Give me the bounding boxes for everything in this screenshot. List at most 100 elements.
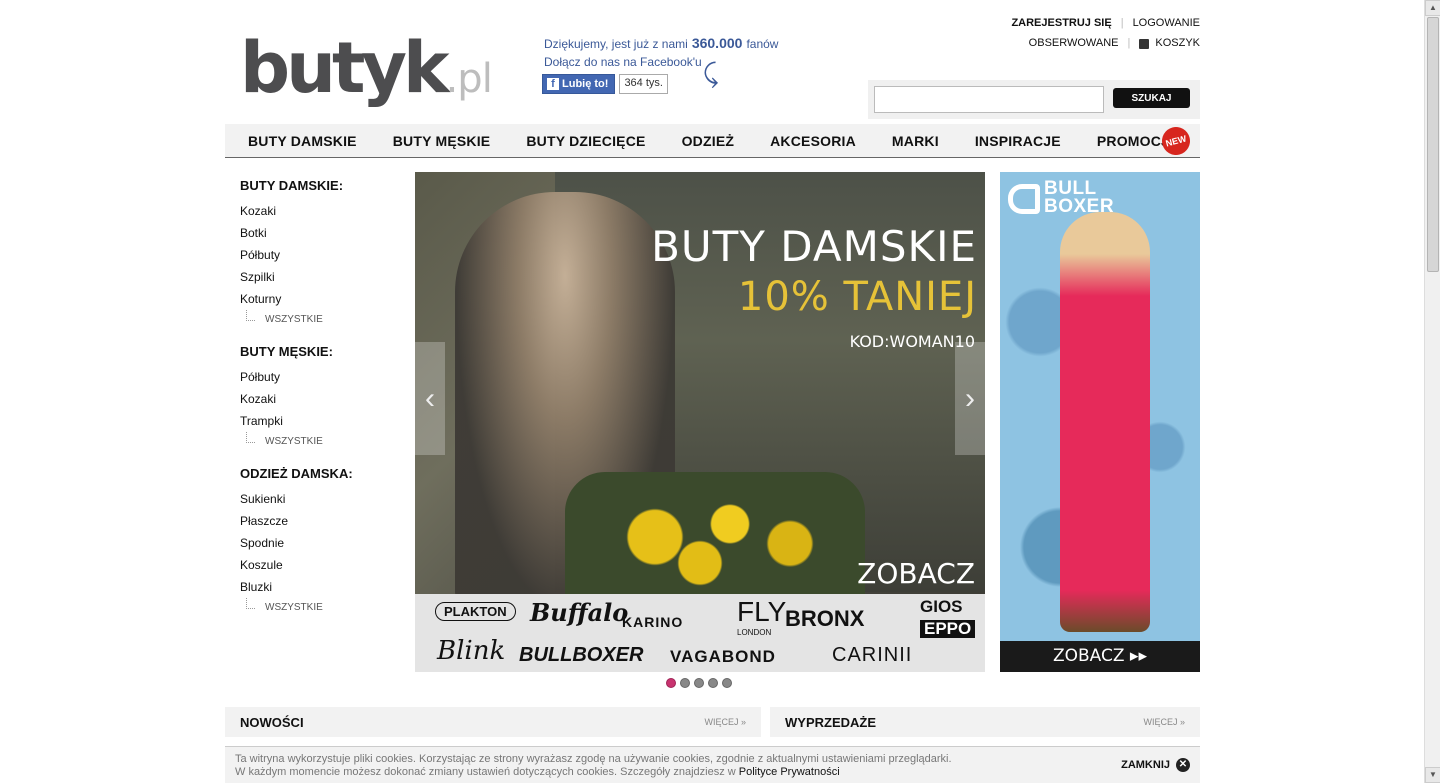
slider-prev-arrow[interactable]: ‹ [415,342,445,455]
nav-item-inspiracje[interactable]: INSPIRACJE [975,133,1061,149]
watched-link[interactable]: OBSERWOWANE [1029,37,1119,49]
sidebar-all-link[interactable]: WSZYSTKIE [240,432,400,462]
sidebar-all-link[interactable]: WSZYSTKIE [240,598,400,628]
search-button[interactable]: SZUKAJ [1113,88,1190,108]
nav-item-buty-meskie[interactable]: BUTY MĘSKIE [393,133,491,149]
category-sidebar: BUTY DAMSKIE: Kozaki Botki Półbuty Szpil… [240,178,400,632]
privacy-policy-link[interactable]: Polityce Prywatności [739,766,840,778]
slider-next-arrow[interactable]: › [955,342,985,455]
brand-strip: PLAKTON Buffalo KARINO FLY LONDON BRONX … [415,594,985,672]
scroll-up-arrow[interactable]: ▲ [1425,0,1440,16]
nav-item-buty-damskie[interactable]: BUTY DAMSKIE [248,133,357,149]
logo-main: butyk [240,27,450,109]
cookie-text-1: Ta witryna wykorzystuje pliki cookies. K… [235,753,952,765]
sidebar-item[interactable]: Kozaki [240,204,400,226]
sidebar-list: Półbuty Kozaki Trampki WSZYSTKIE [240,370,400,462]
facebook-fans-label: fanów [746,37,779,51]
cart-icon [1139,39,1150,49]
brand-logo: BRONX [785,606,865,631]
slider-dot[interactable] [694,678,704,688]
scroll-down-arrow[interactable]: ▼ [1425,767,1440,783]
slide-discount: 10% TANIEJ [737,274,977,320]
divider: | [1120,17,1124,29]
brand-logo: LONDON [737,628,772,637]
facebook-line1: Dziękujemy, jest już z nami 360.000 fanów [544,34,778,53]
facebook-fan-count: 360.000 [691,35,743,51]
brand-logo: CARINII [832,644,913,666]
search-input[interactable] [874,86,1104,113]
register-link[interactable]: ZAREJESTRUJ SIĘ [1011,17,1111,29]
account-row-1: ZAREJESTRUJ SIĘ | LOGOWANIE [1011,13,1200,33]
banner-model-photo [1060,212,1150,632]
brand-logo: EPPO [920,620,976,638]
cookie-close-button[interactable]: ZAMKNIJ ✕ [1121,758,1190,772]
slider-dot[interactable] [666,678,676,688]
cart-link[interactable]: KOSZYK [1155,37,1200,49]
section-new-header: NOWOŚCI WIĘCEJ » [225,707,761,737]
banner-brand: BULL BOXER [1044,179,1114,216]
sidebar-list: Kozaki Botki Półbuty Szpilki Koturny WSZ… [240,204,400,340]
scroll-thumb[interactable] [1427,17,1439,272]
site-logo[interactable]: butyk.pl [240,27,493,119]
cookie-text-2: W każdym momencie możesz dokonać zmiany … [235,766,1190,779]
facebook-like-widget: f Lubię to! 364 tys. [542,74,668,94]
login-link[interactable]: LOGOWANIE [1133,17,1200,29]
brand-logo: BULLBOXER [519,644,644,666]
brand-logo: KARINO [622,614,684,630]
facebook-like-button[interactable]: f Lubię to! [542,74,616,94]
facebook-like-count: 364 tys. [619,74,668,94]
section-sale-header: WYPRZEDAŻE WIĘCEJ » [770,707,1200,737]
sidebar-item[interactable]: Bluzki [240,580,400,602]
sidebar-item[interactable]: Półbuty [240,370,400,392]
brand-logo: FLY [737,596,787,627]
sidebar-item[interactable]: Trampki [240,414,400,436]
facebook-promo: Dziękujemy, jest już z nami 360.000 fanów … [544,34,778,71]
sidebar-heading: BUTY MĘSKIE: [240,344,333,359]
sidebar-item[interactable]: Koszule [240,558,400,580]
nav-item-marki[interactable]: MARKI [892,133,939,149]
slide-cta[interactable]: ZOBACZ [857,557,975,590]
sidebar-item[interactable]: Szpilki [240,270,400,292]
sidebar-item[interactable]: Płaszcze [240,514,400,536]
close-icon: ✕ [1176,758,1190,772]
sidebar-all-link[interactable]: WSZYSTKIE [240,310,400,340]
sidebar-heading: BUTY DAMSKIE: [240,178,344,193]
curved-arrow-icon: ⤹ [703,58,719,88]
sidebar-group-buty-damskie: BUTY DAMSKIE: Kozaki Botki Półbuty Szpil… [240,178,400,340]
cookie-close-label: ZAMKNIJ [1121,758,1170,771]
cookie-text-2-body: W każdym momencie możesz dokonać zmiany … [235,766,736,778]
sidebar-item[interactable]: Spodnie [240,536,400,558]
banner-cta[interactable]: ZOBACZ ▸▸ [1000,641,1200,672]
new-badge: NEW [1158,123,1194,159]
slider-dot[interactable] [680,678,690,688]
sidebar-group-odziez-damska: ODZIEŻ DAMSKA: Sukienki Płaszcze Spodnie… [240,466,400,628]
slide-headline: BUTY DAMSKIE [651,222,977,271]
sidebar-heading: ODZIEŻ DAMSKA: [240,466,353,481]
sidebar-item[interactable]: Sukienki [240,492,400,514]
sidebar-item[interactable]: Koturny [240,292,400,314]
nav-item-odziez[interactable]: ODZIEŻ [682,133,735,149]
nav-item-akcesoria[interactable]: AKCESORIA [770,133,856,149]
slider-dot[interactable] [722,678,732,688]
sidebar-item[interactable]: Kozaki [240,392,400,414]
hero-slider[interactable]: BUTY DAMSKIE 10% TANIEJ KOD:WOMAN10 ZOBA… [415,172,985,672]
sidebar-item[interactable]: Półbuty [240,248,400,270]
sidebar-list: Sukienki Płaszcze Spodnie Koszule Bluzki… [240,492,400,628]
sidebar-item[interactable]: Botki [240,226,400,248]
bullboxer-logo-icon [1008,184,1040,214]
slider-dot[interactable] [708,678,718,688]
brand-logo: PLAKTON [435,602,516,621]
account-row-2: OBSERWOWANE | KOSZYK [1011,33,1200,53]
cookie-bar: Ta witryna wykorzystuje pliki cookies. K… [225,746,1200,783]
brand-logo: GIOS [920,597,963,616]
page-scrollbar[interactable]: ▲ ▼ [1424,0,1440,783]
nav-item-buty-dzieciece[interactable]: BUTY DZIECIĘCE [526,133,645,149]
section-title: NOWOŚCI [240,714,304,730]
page: butyk.pl Dziękujemy, jest już z nami 360.… [0,0,1440,783]
more-link[interactable]: WIĘCEJ » [1143,717,1185,727]
more-link[interactable]: WIĘCEJ » [704,717,746,727]
facebook-join-text[interactable]: Dołącz do nas na Facebook'u [544,53,778,71]
bullboxer-banner[interactable]: BULL BOXER ZOBACZ ▸▸ [1000,172,1200,672]
brand-logo: Buffalo [530,598,629,627]
tulips-photo [565,472,865,602]
